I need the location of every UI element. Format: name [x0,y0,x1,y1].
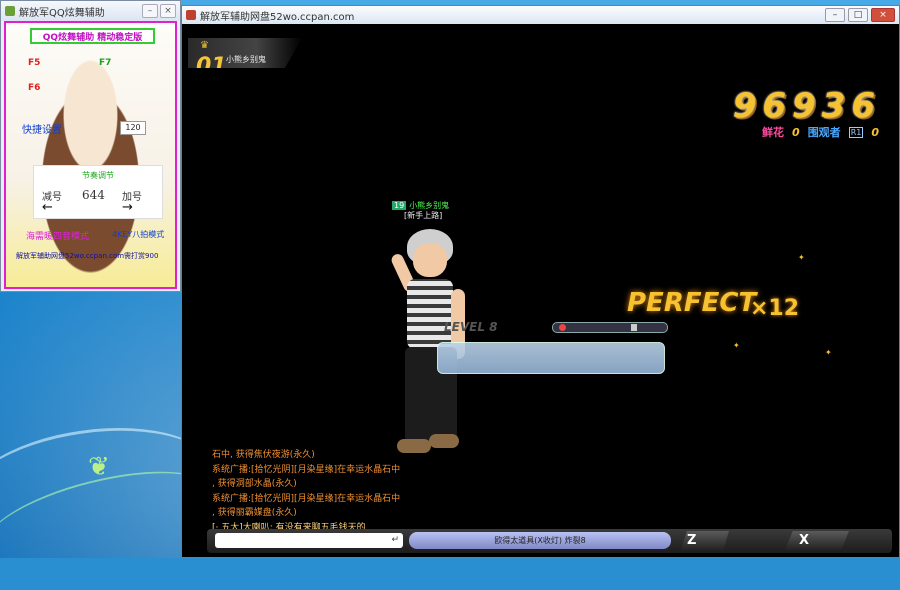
arrow-right-icon[interactable]: → [122,200,133,215]
level-indicator: LEVEL 8 [444,320,498,334]
vip-badge: 19 [392,201,407,210]
game-titlebar[interactable]: 解放军辅助网盘52wo.ccpan.com – □ × [182,6,899,24]
helper-footer: 解放军辅助网盘52wo.ccpan.com需打赏900 [16,252,159,260]
viewers-count: 0 [871,125,879,139]
game-app-icon [186,10,196,20]
key-x-button[interactable]: X [785,531,849,550]
mode-4key-eight-beat[interactable]: 4KEY八拍模式 [112,229,164,240]
bottom-bar: ↵ 欧得太道具(X收灯) 炸裂8 Z X [207,529,892,553]
hotkey-f7[interactable]: F7 [99,58,111,68]
close-button[interactable]: × [871,8,895,22]
chat-line: 系统广播:[拾忆光阴][月染星缘]在幸运水晶石中 [212,493,401,504]
rank-badge: ♛ 01 小熊乡别鬼 96936 [188,38,302,68]
chat-input[interactable]: ↵ [215,533,403,548]
flowers-count: 0 [792,125,800,139]
beat-cursor [631,324,637,331]
sparkle-icon: ✦ [798,253,805,262]
item-status-strip: 欧得太道具(X收灯) 炸裂8 [409,532,671,549]
arrow-left-icon[interactable]: ← [42,200,53,215]
helper-titlebar[interactable]: 解放军QQ炫舞辅助 – × [1,1,180,21]
dancer-face [413,243,447,277]
rank-number: 01 [196,54,227,79]
game-title: 解放军辅助网盘52wo.ccpan.com [200,11,355,23]
quick-setting-label: 快捷设置 [22,125,62,136]
wallpaper-logo-icon: ❦ [88,452,110,482]
viewers-rank-badge: R1 [848,126,864,138]
player-title: [新手上路] [404,211,443,220]
helper-panel: QQ炫舞辅助 精动稳定版 F5 F6 F7 快捷设置 120 节奏调节 减号 6… [4,21,177,289]
adjust-value: 644 [82,188,105,202]
game-stage[interactable]: ♛ 01 小熊乡别鬼 96936 96936 鲜花 0 围观者 R1 0 19 小… [182,24,899,557]
viewers-label: 围观者 [807,126,841,139]
judgement-text: PERFECT [627,288,757,318]
rhythm-adjust-panel: 节奏调节 减号 644 加号 ← → [33,165,163,219]
maximize-button[interactable]: □ [848,8,868,22]
dancer-shoe [397,439,431,453]
stats-row: 鲜花 0 围观者 R1 0 [762,124,879,140]
adjust-title: 节奏调节 [82,171,114,180]
combo-counter: ×12 [750,296,800,321]
helper-window: 解放军QQ炫舞辅助 – × QQ炫舞辅助 精动稳定版 F5 F6 F7 快捷设置… [0,0,181,292]
score-display: 96936 [732,86,881,126]
sparkle-icon: ✦ [825,348,832,357]
chat-line: 系统广播:[拾忆光阴][月染星缘]在幸运水晶石中 [212,464,401,475]
dancer-shoe [429,434,459,448]
beat-marker [559,324,566,331]
flowers-label: 鲜花 [762,126,785,139]
beat-bar [552,322,668,333]
close-button[interactable]: × [160,4,176,18]
app-icon [5,6,15,16]
dancer-name: 小熊乡别鬼 [409,201,450,210]
helper-title: 解放军QQ炫舞辅助 [19,7,105,19]
chat-line: 石中, 获得焦伏夜游(永久) [212,450,315,460]
chat-line: , 获得丽霸媒盘(永久) [212,508,297,518]
hotkey-f5[interactable]: F5 [28,58,40,68]
dancer-torso [407,279,453,349]
sparkle-icon: ✦ [733,341,740,350]
game-window: 解放军辅助网盘52wo.ccpan.com – □ × ♛ 01 小熊乡别鬼 9… [181,5,900,558]
arrow-input-track [437,342,665,374]
key-z-button[interactable]: Z [681,531,729,550]
enter-icon[interactable]: ↵ [391,535,399,545]
rank-player-score: 96936 [226,70,252,79]
chat-line: , 获得洞部水晶(永久) [212,479,297,489]
speed-input[interactable]: 120 [120,121,146,135]
rank-player-name: 小熊乡别鬼 [226,55,266,64]
minimize-button[interactable]: – [825,8,845,22]
crown-icon: ♛ [200,40,209,51]
mode-four-note[interactable]: 海需暖四音模式 [26,229,89,242]
hotkey-f6[interactable]: F6 [28,83,40,93]
chat-log: 石中, 获得焦伏夜游(永久) 系统广播:[拾忆光阴][月染星缘]在幸运水晶石中 … [212,448,400,535]
helper-header: QQ炫舞辅助 精动稳定版 [30,28,155,44]
minimize-button[interactable]: – [142,4,158,18]
